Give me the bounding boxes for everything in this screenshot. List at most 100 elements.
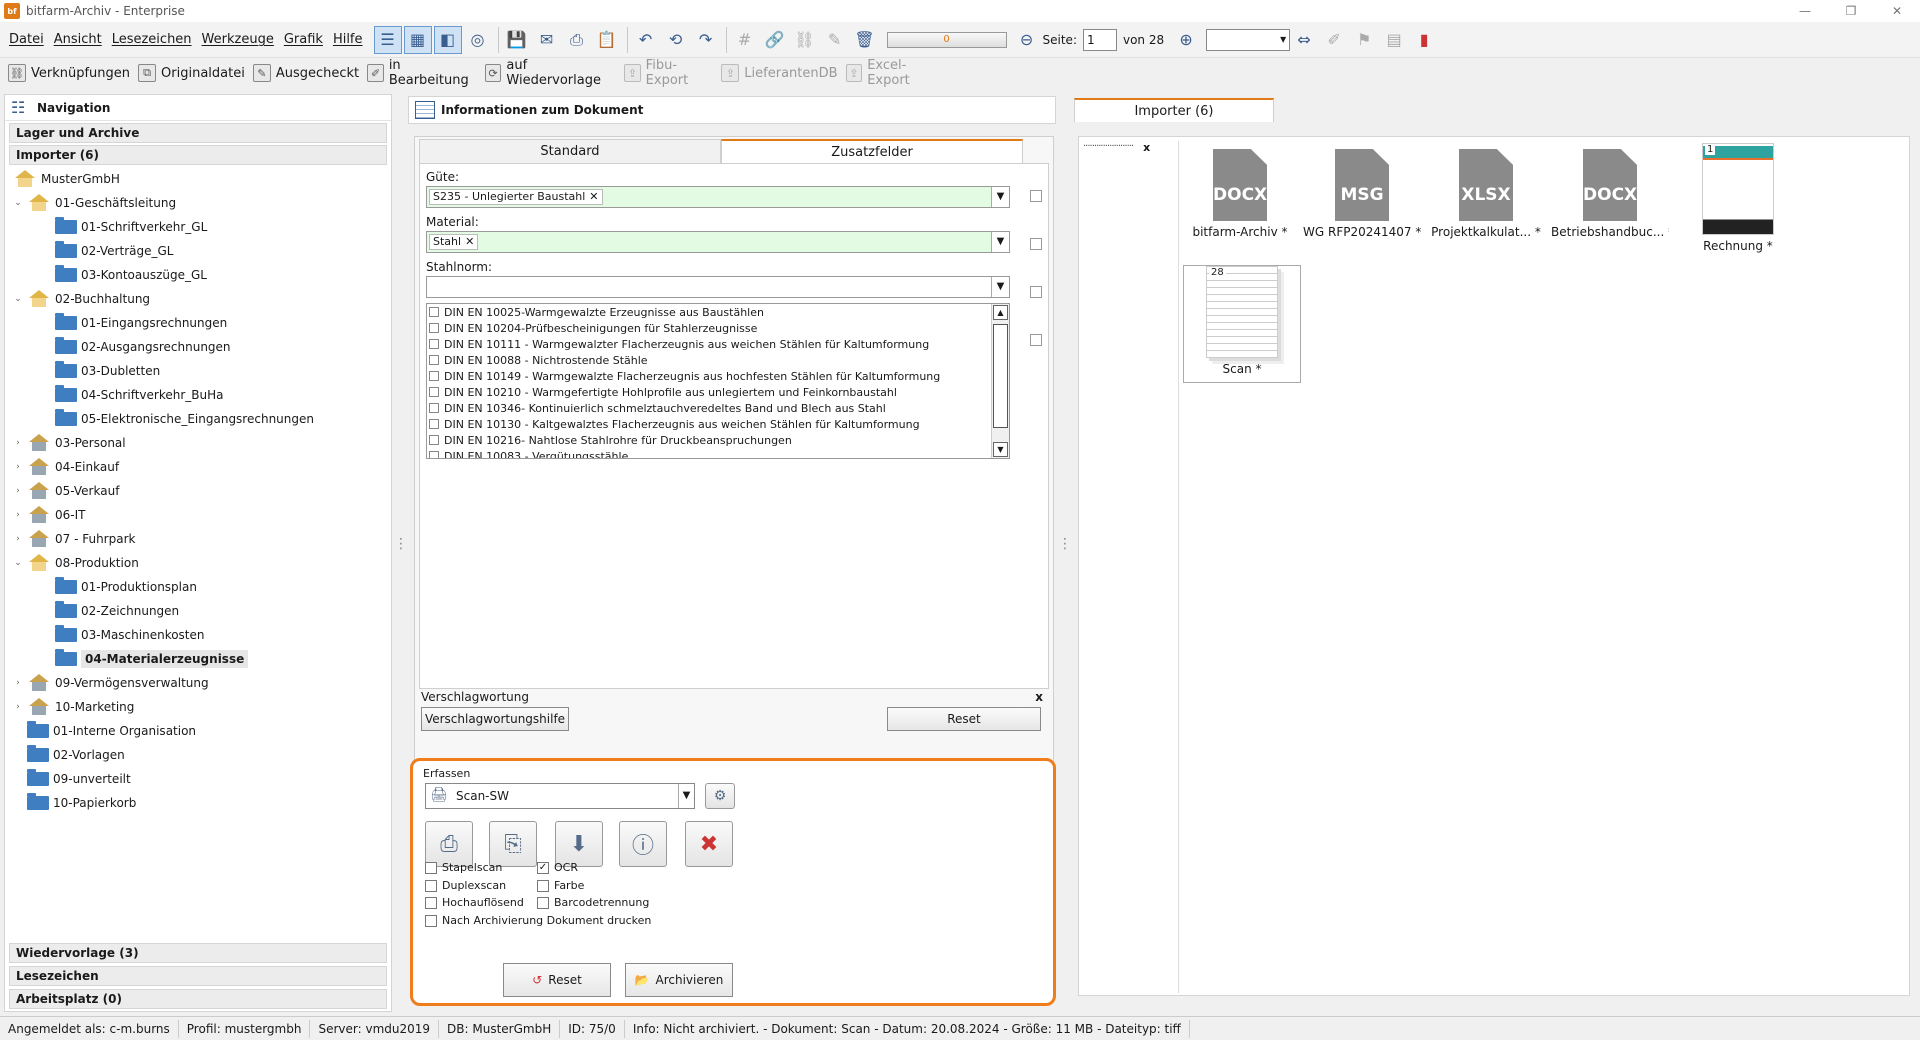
stahlnorm-checkbox[interactable] (1030, 286, 1042, 298)
stahlnorm-option[interactable]: DIN EN 10088 - Nichtrostende Stähle (427, 352, 1009, 368)
capture-reset-button[interactable]: ↺ Reset (503, 963, 611, 997)
importer-file[interactable]: DOCX Betriebshandbuc... * (1551, 143, 1669, 261)
checkbox[interactable] (429, 387, 439, 397)
stahlnorm-option[interactable]: DIN EN 10130 - Kaltgewalztes Flacherzeug… (427, 416, 1009, 432)
chevron-right-icon[interactable]: › (13, 678, 23, 688)
tab-zusatzfelder[interactable]: Zusatzfelder (721, 139, 1023, 163)
right-splitter[interactable] (1058, 536, 1064, 566)
tree-item[interactable]: 03-Maschinenkosten (5, 623, 391, 647)
tree-item[interactable]: 10-Papierkorb (5, 791, 391, 815)
guete-checkbox[interactable] (1030, 190, 1042, 202)
checkbox[interactable] (429, 307, 439, 317)
importer-file[interactable]: MSG WG RFP20241407 * (1303, 143, 1421, 261)
checkbox[interactable] (429, 355, 439, 365)
guete-combo[interactable]: S235 - Unlegierter Baustahl ✕ ▼ (426, 186, 1010, 208)
list-view-icon[interactable]: ☰ (373, 25, 402, 54)
hash-icon[interactable]: # (731, 26, 759, 54)
tree-item[interactable]: 04-Schriftverkehr_BuHa (5, 383, 391, 407)
archive-button[interactable]: 📂 Archivieren (625, 963, 733, 997)
chevron-down-icon[interactable]: ▼ (991, 232, 1009, 252)
tree-item[interactable]: › 07 - Fuhrpark (5, 527, 391, 551)
preview-view-icon[interactable]: ◧ (433, 25, 462, 54)
verschlagwortungshilfe-button[interactable]: Verschlagwortungshilfe (421, 707, 569, 731)
highlight-icon[interactable]: ✐ (1320, 26, 1348, 54)
delete-page-icon[interactable]: 🗑 (851, 26, 879, 54)
import-info-icon[interactable]: ⓘ (619, 821, 667, 867)
option-barcodetrennung[interactable]: Barcodetrennung (537, 896, 649, 909)
checkbox[interactable] (425, 879, 437, 892)
tree-item[interactable]: 04-Materialerzeugnisse (5, 647, 391, 671)
toolbar2-database-button[interactable]: ⇪ LieferantenDB (721, 64, 838, 82)
next-page-icon[interactable]: ⊕ (1172, 26, 1200, 54)
nav-section[interactable]: Lesezeichen (9, 966, 387, 986)
stahlnorm-list-checkbox[interactable] (1030, 334, 1042, 346)
checkbox[interactable] (429, 435, 439, 445)
mail-icon[interactable]: ✉ (533, 26, 561, 54)
link-icon[interactable]: 🔗 (761, 26, 789, 54)
tree-item[interactable]: 01-Produktionsplan (5, 575, 391, 599)
nav-section[interactable]: Lager und Archive (9, 123, 387, 143)
importer-file[interactable]: 1 Rechnung * (1679, 143, 1797, 261)
tree-item[interactable]: ⌄ 08-Produktion (5, 551, 391, 575)
importer-file[interactable]: 28 Scan * (1183, 265, 1301, 383)
tree-item[interactable]: 02-Vorlagen (5, 743, 391, 767)
checkbox[interactable] (429, 323, 439, 333)
stahlnorm-option[interactable]: DIN EN 10216- Nahtlose Stahlrohre für Dr… (427, 432, 1009, 448)
reset-button[interactable]: Reset (887, 707, 1041, 731)
toolbar2-reminder-button[interactable]: ⟳ auf Wiedervorlage (484, 58, 616, 88)
checkbox[interactable] (425, 861, 437, 874)
save-pdf-icon[interactable]: 💾 (503, 26, 531, 54)
stahlnorm-option[interactable]: DIN EN 10083 - Vergütungsstähle (427, 448, 1009, 458)
tree-item[interactable]: 01-Schriftverkehr_GL (5, 215, 391, 239)
restore-icon[interactable]: ❐ (1828, 0, 1874, 22)
checkbox[interactable] (429, 371, 439, 381)
stahlnorm-option[interactable]: DIN EN 10111 - Warmgewalzter Flacherzeug… (427, 336, 1009, 352)
checkbox[interactable] (425, 896, 437, 909)
chevron-right-icon[interactable]: › (13, 510, 23, 520)
clipboard-icon[interactable]: 📋 (593, 26, 621, 54)
remove-chip-icon[interactable]: ✕ (465, 235, 474, 248)
minimize-icon[interactable]: — (1782, 0, 1828, 22)
nav-section[interactable]: Importer (6) (9, 145, 387, 165)
close-icon[interactable]: ✕ (1874, 0, 1920, 22)
toolbar2-export-button[interactable]: ⇪ Fibu-Export (624, 58, 713, 88)
tree-item[interactable]: 02-Verträge_GL (5, 239, 391, 263)
tree-item[interactable]: 02-Zeichnungen (5, 599, 391, 623)
tree-item[interactable]: 02-Ausgangsrechnungen (5, 335, 391, 359)
scrollbar[interactable]: ▲ ▼ (991, 304, 1009, 458)
tree-item[interactable]: 01-Interne Organisation (5, 719, 391, 743)
left-splitter[interactable] (394, 536, 400, 566)
checkbox[interactable] (429, 339, 439, 349)
tree-item[interactable]: › 03-Personal (5, 431, 391, 455)
stahlnorm-option[interactable]: DIN EN 10204-Prüfbescheinigungen für Sta… (427, 320, 1009, 336)
scroll-up-icon[interactable]: ▲ (993, 305, 1008, 320)
page-input[interactable]: 1 (1082, 28, 1117, 51)
chevron-down-icon[interactable]: ⌄ (13, 198, 23, 208)
remove-chip-icon[interactable]: ✕ (589, 190, 598, 203)
close-icon[interactable]: x (1035, 690, 1043, 704)
rotate-right-icon[interactable]: ↷ (692, 26, 720, 54)
checkbox[interactable] (429, 403, 439, 413)
scanner-settings-icon[interactable]: ⚙ (705, 783, 735, 809)
checkbox[interactable]: ✓ (537, 861, 549, 874)
chevron-right-icon[interactable]: › (13, 534, 23, 544)
tree-root[interactable]: MusterGmbH (5, 167, 391, 191)
tree-item[interactable]: › 09-Vermögensverwaltung (5, 671, 391, 695)
menu-werkzeuge[interactable]: Werkzeuge (199, 32, 277, 47)
globe-icon[interactable]: ◎ (464, 26, 492, 54)
stahlnorm-option[interactable]: DIN EN 10210 - Warmgefertigte Hohlprofil… (427, 384, 1009, 400)
close-icon[interactable]: x (1143, 141, 1150, 154)
toolbar2-original-file-button[interactable]: ⧉ Originaldatei (138, 64, 245, 82)
scroll-down-icon[interactable]: ▼ (993, 442, 1008, 457)
checkbox[interactable] (537, 879, 549, 892)
stahlnorm-combo[interactable]: ▼ (426, 276, 1010, 298)
option-hochauflösend[interactable]: Hochauflösend (425, 896, 524, 909)
tree-item[interactable]: 09-unverteilt (5, 767, 391, 791)
chevron-right-icon[interactable]: › (13, 702, 23, 712)
tab-standard[interactable]: Standard (419, 139, 721, 163)
nav-section[interactable]: Arbeitsplatz (0) (9, 989, 387, 1009)
tree-item[interactable]: 03-Kontoauszüge_GL (5, 263, 391, 287)
importer-file[interactable]: XLSX Projektkalkulat... * (1427, 143, 1545, 261)
chevron-down-icon[interactable]: ▼ (678, 784, 694, 808)
toolbar2-edit-button[interactable]: ✐ in Bearbeitung (367, 58, 477, 88)
